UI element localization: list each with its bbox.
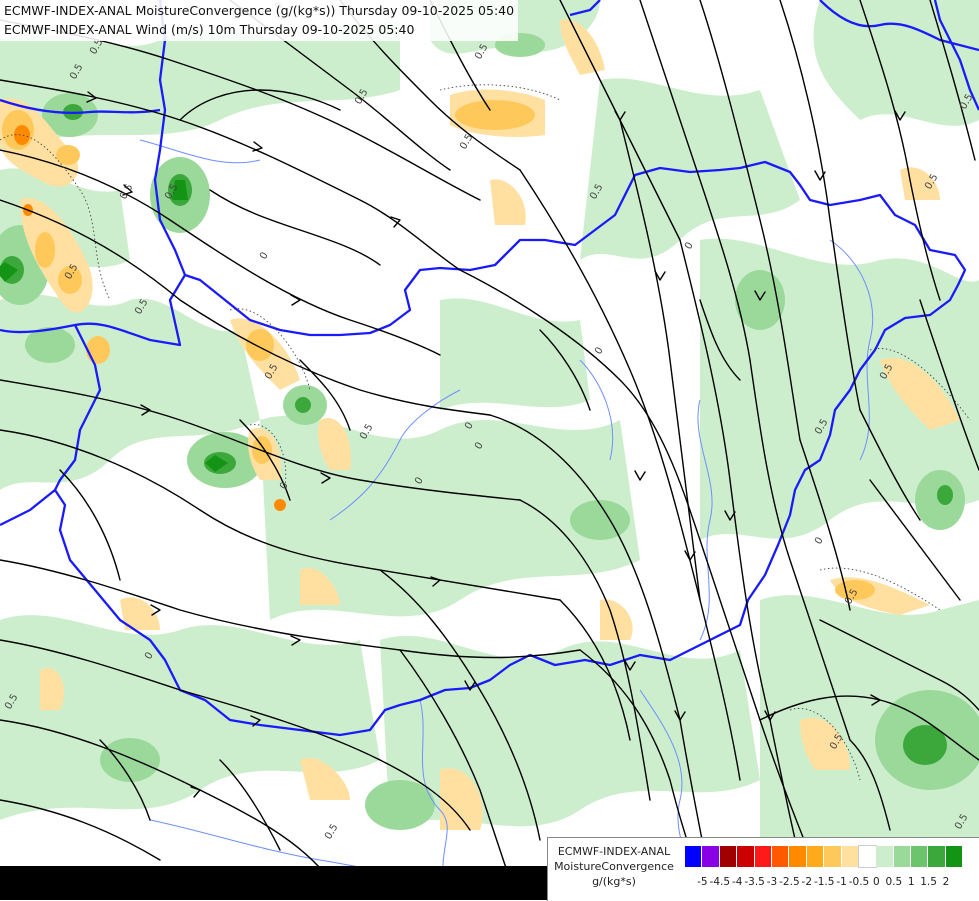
legend-swatches — [685, 845, 964, 868]
legend-tick-label: -1 — [836, 876, 847, 888]
legend-tick-label: -2 — [801, 876, 813, 888]
legend-tick-label: -4 — [731, 876, 743, 888]
legend-swatch — [789, 846, 807, 867]
legend-variable: MoistureConvergence — [554, 860, 674, 873]
legend-tick-label: -4.5 — [709, 876, 731, 888]
legend-ticks: -5 -4.5 -4 -3.5 -3 -2.5 -2 -1.5 -1 -0.5 0 0.5 1 1.5 2 — [685, 876, 977, 890]
legend-swatch — [806, 846, 825, 867]
legend-tick-label: -3.5 — [744, 876, 765, 888]
map-title-box: ECMWF-INDEX-ANAL MoistureConvergence (g/… — [0, 0, 519, 41]
legend-swatch — [771, 846, 790, 867]
legend-title: ECMWF-INDEX-ANAL MoistureConvergence g/(… — [548, 844, 680, 889]
legend-tick-label: -0.5 — [848, 876, 870, 888]
legend-tick-label: 1 — [907, 876, 915, 888]
legend-swatch — [911, 846, 929, 867]
legend-tick-label: 0 — [873, 876, 880, 888]
legend-swatch — [824, 846, 842, 867]
legend-swatch — [719, 846, 738, 867]
legend-tick-label: 0.5 — [885, 876, 903, 888]
legend-swatch — [754, 846, 772, 867]
legend-swatch — [685, 846, 703, 867]
legend-swatch — [928, 846, 946, 867]
legend-swatch — [945, 846, 964, 867]
legend-tick-label: 2 — [942, 876, 950, 888]
legend-model: ECMWF-INDEX-ANAL — [557, 845, 671, 858]
legend-swatch — [841, 846, 859, 867]
wind-title: ECMWF-INDEX-ANAL Wind (m/s) 10m Thursday… — [4, 22, 415, 37]
legend-tick-label: -3 — [766, 876, 778, 888]
color-legend: ECMWF-INDEX-ANAL MoistureConvergence g/(… — [547, 837, 979, 901]
legend-tick-label: -1.5 — [813, 876, 835, 888]
legend-swatch — [876, 846, 894, 867]
legend-tick-label: 1.5 — [920, 876, 937, 888]
legend-unit: g/(kg*s) — [592, 875, 636, 888]
legend-tick-label: -5 — [697, 876, 708, 888]
moisture-title: ECMWF-INDEX-ANAL MoistureConvergence (g/… — [4, 3, 515, 18]
legend-swatch — [737, 846, 755, 867]
legend-swatch — [702, 846, 720, 867]
bottom-black-bar — [0, 866, 600, 900]
legend-tick-label: -2.5 — [779, 876, 800, 888]
legend-swatch — [893, 846, 912, 867]
moisture-convergence-map: 0.50.50.50.50.50.50.50.50.50.50.50000000… — [0, 0, 979, 900]
legend-swatch — [857, 845, 878, 868]
